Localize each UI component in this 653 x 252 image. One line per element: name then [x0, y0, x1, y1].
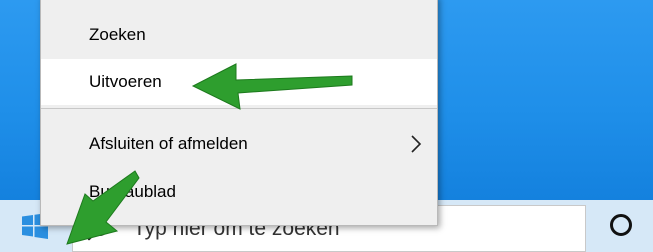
- screen: Typ hier om te zoeken Zoeken Uitvoeren A…: [0, 0, 653, 252]
- context-menu: Zoeken Uitvoeren Afsluiten of afmelden B…: [40, 0, 438, 226]
- menu-item-label: Uitvoeren: [89, 72, 162, 91]
- menu-item-label: Bureaublad: [89, 182, 176, 201]
- cortana-button[interactable]: [590, 200, 653, 252]
- chevron-right-icon: [411, 135, 422, 153]
- menu-item-label: Zoeken: [89, 25, 146, 44]
- cortana-circle-icon: [610, 214, 632, 236]
- menu-item-zoeken[interactable]: Zoeken: [41, 12, 437, 58]
- menu-item-bureaublad[interactable]: Bureaublad: [41, 169, 437, 215]
- menu-separator: [41, 108, 437, 109]
- menu-item-afsluiten-of-afmelden[interactable]: Afsluiten of afmelden: [41, 121, 437, 167]
- menu-item-label: Afsluiten of afmelden: [89, 134, 248, 153]
- menu-item-uitvoeren[interactable]: Uitvoeren: [41, 59, 437, 105]
